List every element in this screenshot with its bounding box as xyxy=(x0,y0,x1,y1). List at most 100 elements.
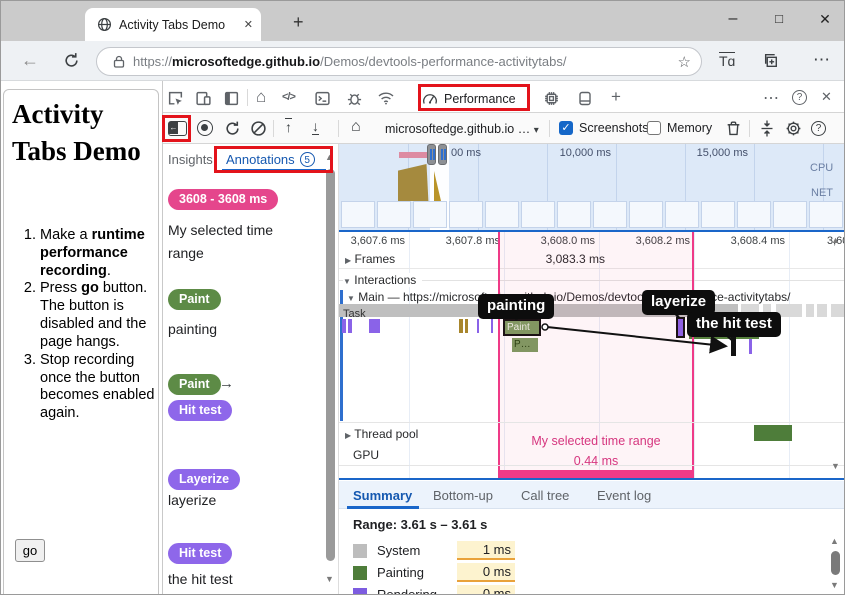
new-tab-button[interactable]: + xyxy=(293,12,304,33)
refresh-icon[interactable] xyxy=(63,52,80,69)
collections-icon[interactable] xyxy=(763,52,780,69)
annotation-label[interactable]: layerize xyxy=(168,492,216,508)
origin-selector[interactable]: microsoftedge.github.io … ▾ xyxy=(385,122,539,136)
legend-row: Painting 0 ms xyxy=(353,563,515,582)
annotation-hit-test-label[interactable]: the hit test xyxy=(687,312,781,337)
annotation-badge-hittest[interactable]: Hit test xyxy=(168,543,232,564)
scroll-down-icon[interactable]: ▼ xyxy=(325,575,334,584)
sidebar-scrollbar-thumb[interactable] xyxy=(326,169,335,561)
trash-icon[interactable] xyxy=(724,119,742,137)
tab-close-icon[interactable]: ✕ xyxy=(244,18,253,31)
collect-garbage-icon[interactable] xyxy=(759,119,775,137)
screenshot-filmstrip[interactable] xyxy=(339,199,845,230)
annotation-label[interactable]: the hit test xyxy=(168,571,233,587)
devtools-close-icon[interactable]: ✕ xyxy=(821,89,832,105)
tab-insights[interactable]: Insights xyxy=(168,152,213,167)
thread-pool-row[interactable]: ▶ Thread pool xyxy=(345,427,418,441)
back-icon[interactable]: ← xyxy=(21,50,39,71)
network-icon[interactable] xyxy=(376,89,396,107)
dock-panel-icon[interactable] xyxy=(221,89,241,107)
summary-range: Range: 3.61 s – 3.61 s xyxy=(353,517,487,532)
bug-icon[interactable] xyxy=(344,89,364,107)
device-emulation-icon[interactable] xyxy=(193,89,213,107)
clear-icon[interactable] xyxy=(249,119,267,137)
gpu-row[interactable]: GPU xyxy=(353,448,379,462)
tab-bottom-up[interactable]: Bottom-up xyxy=(433,488,493,503)
window-close-button[interactable]: ✕ xyxy=(805,11,845,28)
scroll-down-icon[interactable]: ▼ xyxy=(830,581,839,590)
url-text[interactable]: https://microsoftedge.github.io/Demos/de… xyxy=(133,54,672,69)
annotations-sidebar xyxy=(163,144,339,595)
annotation-label[interactable]: painting xyxy=(168,321,217,337)
load-profile-icon[interactable]: ↑ xyxy=(285,118,292,135)
go-button[interactable]: go xyxy=(15,539,45,562)
lock-icon[interactable] xyxy=(113,55,125,68)
maximize-button[interactable]: □ xyxy=(759,11,799,26)
annotation-label[interactable]: My selected time range xyxy=(168,219,296,265)
application-icon[interactable] xyxy=(575,89,595,107)
welcome-home-icon[interactable]: ⌂ xyxy=(256,87,266,107)
read-aloud-icon[interactable]: Tɑ xyxy=(719,52,735,69)
minimize-button[interactable]: – xyxy=(713,10,753,28)
overview-tick: 15,000 ms xyxy=(692,147,748,159)
timeline-detail[interactable]: 3,607.6 ms 3,607.8 ms 3,608.0 ms 3,608.2… xyxy=(339,232,845,478)
overview-tick: 00 ms xyxy=(451,147,481,159)
url-host: microsoftedge.github.io xyxy=(172,54,320,69)
record-icon[interactable] xyxy=(197,120,213,136)
devtools-menu-icon[interactable]: ⋯ xyxy=(763,88,779,108)
browser-tab[interactable]: Activity Tabs Demo ✕ xyxy=(85,8,261,41)
list-item: Stop recording once the button becomes e… xyxy=(40,352,157,423)
record-reload-icon[interactable] xyxy=(223,119,241,137)
favorite-star-icon[interactable]: ☆ xyxy=(678,53,691,71)
scroll-up-icon[interactable]: ▲ xyxy=(830,537,839,546)
annotation-painting-label[interactable]: painting xyxy=(478,294,554,319)
memory-chip-icon[interactable] xyxy=(541,89,561,107)
tab-call-tree[interactable]: Call tree xyxy=(521,488,569,503)
gear-icon[interactable] xyxy=(784,119,802,137)
annotation-badge-hittest-link[interactable]: Hit test xyxy=(168,400,232,421)
annotation-badge-layerize[interactable]: Layerize xyxy=(168,469,240,490)
toolbar-separator xyxy=(549,120,550,137)
thread-pool-event[interactable] xyxy=(754,425,792,441)
detail-divider xyxy=(339,478,845,480)
annotation-badge-paint-link[interactable]: Paint xyxy=(168,374,221,395)
tab-summary[interactable]: Summary xyxy=(353,488,412,503)
list-item: Press go button. The button is disabled … xyxy=(40,280,157,351)
checkbox-checked-icon[interactable]: ✓ xyxy=(559,121,573,135)
summary-scrollbar-thumb[interactable] xyxy=(831,551,840,575)
legend-value: 1 ms xyxy=(457,541,515,560)
browser-menu-icon[interactable]: ⋯ xyxy=(813,50,830,70)
elements-icon[interactable]: </> xyxy=(282,91,295,103)
interactions-row[interactable]: ▼ Interactions xyxy=(343,273,422,287)
page-content: Activity Tabs Demo Make a runtime perfor… xyxy=(1,81,163,595)
console-icon[interactable] xyxy=(312,89,332,107)
annotation-badge-range[interactable]: 3608 - 3608 ms xyxy=(168,189,278,210)
inspect-icon[interactable] xyxy=(165,89,185,107)
panel-help-icon[interactable]: ? xyxy=(811,121,826,136)
memory-checkbox[interactable]: Memory xyxy=(647,121,712,135)
highlight-performance-tab xyxy=(418,84,530,111)
summary-content: Range: 3.61 s – 3.61 s System 1 ms Paint… xyxy=(339,509,845,595)
screenshots-label: Screenshots xyxy=(579,121,648,135)
link-arrow-icon: → xyxy=(219,375,234,392)
scroll-down-icon[interactable]: ▼ xyxy=(831,462,840,471)
instructions-list: Make a runtime performance recording. Pr… xyxy=(7,227,157,423)
chevron-down-icon: ▾ xyxy=(534,125,539,136)
screenshots-checkbox[interactable]: ✓ Screenshots xyxy=(559,121,648,135)
devtools-help-icon[interactable]: ? xyxy=(792,90,807,105)
more-tools-icon[interactable]: + xyxy=(611,87,621,107)
checkbox-unchecked-icon[interactable] xyxy=(647,121,661,135)
scroll-up-icon[interactable]: ▲ xyxy=(831,236,840,245)
highlight-sidebar-toggle xyxy=(162,115,191,142)
legend-row: Rendering 0 ms xyxy=(353,585,515,595)
timeline-overview[interactable]: 00 ms 10,000 ms 15,000 ms CPU NET xyxy=(339,144,845,230)
tab-event-log[interactable]: Event log xyxy=(597,488,651,503)
annotation-badge-paint[interactable]: Paint xyxy=(168,289,221,310)
bottom-panel-tabs: Summary Bottom-up Call tree Event log xyxy=(339,481,845,509)
range-handle-left[interactable] xyxy=(427,144,436,165)
address-bar[interactable]: https://microsoftedge.github.io/Demos/de… xyxy=(96,47,702,76)
range-handle-right[interactable] xyxy=(438,144,447,165)
legend-name: Rendering xyxy=(377,587,457,595)
save-profile-icon[interactable]: ↓ xyxy=(312,118,319,135)
origin-home-icon[interactable]: ⌂ xyxy=(351,118,361,136)
